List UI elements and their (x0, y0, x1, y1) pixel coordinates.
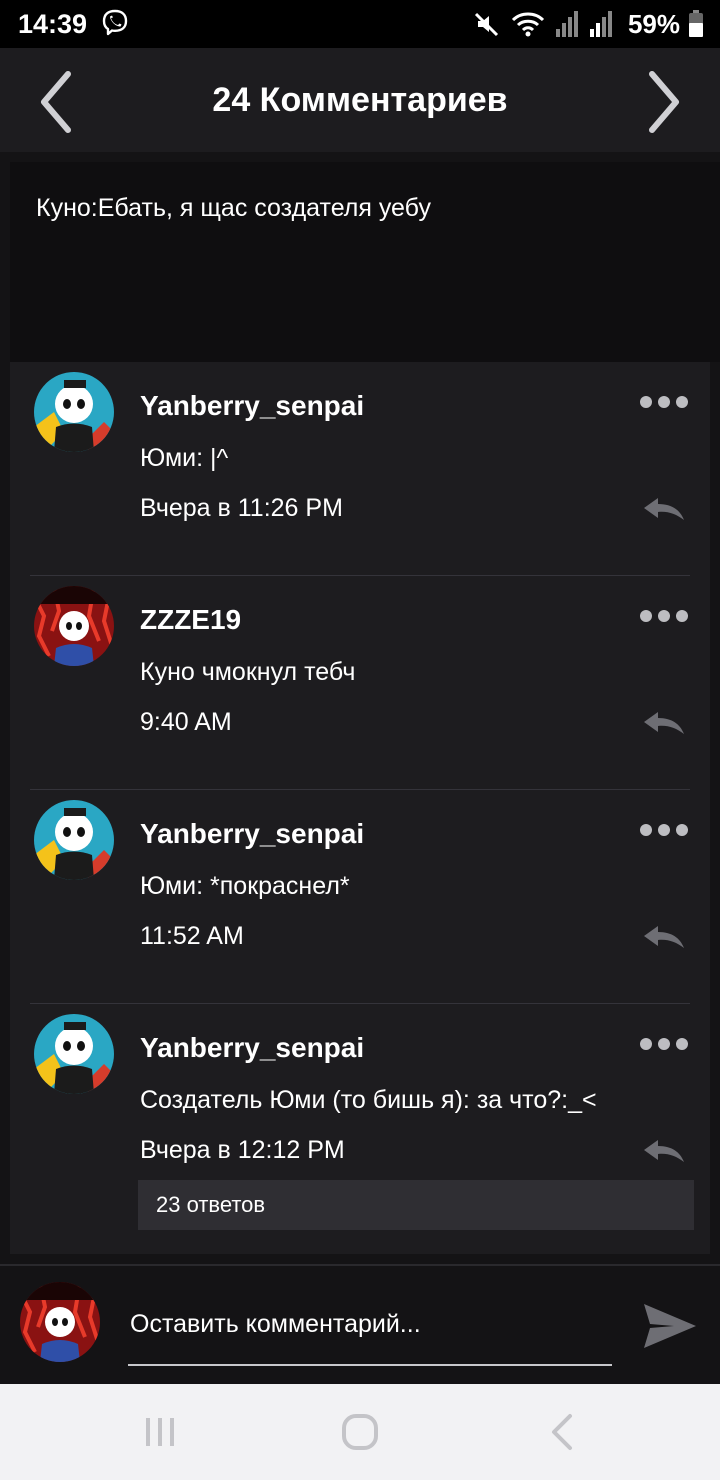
header-bar: 24 Комментариев (0, 48, 720, 152)
status-time: 14:39 (18, 8, 88, 39)
battery-icon (689, 10, 703, 37)
comment-text: Юми: *покраснел* (140, 872, 350, 900)
avatar[interactable] (34, 586, 114, 666)
comment-text: Юми: |^ (140, 444, 229, 472)
chevron-right-icon[interactable] (644, 70, 684, 134)
avatar[interactable] (34, 1014, 114, 1094)
signal-icon (589, 11, 612, 37)
signal-icon (555, 11, 578, 37)
avatar (20, 1282, 100, 1362)
comment-text: Куно чмокнул тебч (140, 658, 356, 686)
send-icon[interactable] (642, 1298, 698, 1354)
more-options-button[interactable] (640, 610, 688, 622)
wifi-icon (511, 12, 545, 37)
comment-input[interactable] (128, 1294, 612, 1366)
reply-icon[interactable] (642, 708, 686, 738)
system-nav-bar (0, 1384, 720, 1480)
comment-text: Создатель Юми (то бишь я): за что?:_< (140, 1086, 597, 1114)
chevron-left-icon[interactable] (36, 70, 76, 134)
mute-icon (474, 12, 499, 37)
post-text: Куно:Ебать, я щас создателя уебу (36, 194, 431, 222)
back-icon[interactable] (542, 1412, 582, 1452)
comment-timestamp: Вчера в 12:12 PM (140, 1136, 345, 1164)
battery-percent: 59% (627, 8, 680, 39)
status-bar: 14:39 59% (0, 0, 720, 48)
reply-icon[interactable] (642, 1136, 686, 1166)
viber-icon (102, 9, 128, 36)
recent-apps-icon[interactable] (140, 1412, 180, 1452)
page-title: 24 Комментариев (212, 80, 508, 119)
comment-username[interactable]: Yanberry_senpai (140, 818, 364, 850)
post-content: Куно:Ебать, я щас создателя уебу (10, 162, 720, 362)
comment-timestamp: 11:52 AM (140, 922, 244, 950)
comment-username[interactable]: Yanberry_senpai (140, 1032, 364, 1064)
more-options-button[interactable] (640, 824, 688, 836)
more-options-button[interactable] (640, 396, 688, 408)
comment-username[interactable]: Yanberry_senpai (140, 390, 364, 422)
comment-item: ZZZE19 Куно чмокнул тебч 9:40 AM (10, 576, 710, 790)
avatar[interactable] (34, 372, 114, 452)
status-icons: 59% (472, 9, 704, 40)
reply-icon[interactable] (642, 922, 686, 952)
reply-icon[interactable] (642, 494, 686, 524)
home-icon[interactable] (340, 1412, 380, 1452)
comments-list: Yanberry_senpai Юми: |^ Вчера в 11:26 PM… (10, 362, 710, 1254)
comment-item: Yanberry_senpai Юми: |^ Вчера в 11:26 PM (10, 362, 710, 576)
more-options-button[interactable] (640, 1038, 688, 1050)
comment-timestamp: Вчера в 11:26 PM (140, 494, 343, 522)
comment-username[interactable]: ZZZE19 (140, 604, 241, 636)
comment-timestamp: 9:40 AM (140, 708, 232, 736)
comment-item: Yanberry_senpai Юми: *покраснел* 11:52 A… (10, 790, 710, 1004)
avatar[interactable] (34, 800, 114, 880)
view-replies-button[interactable]: 23 ответов (138, 1180, 694, 1230)
comment-composer (0, 1264, 720, 1384)
